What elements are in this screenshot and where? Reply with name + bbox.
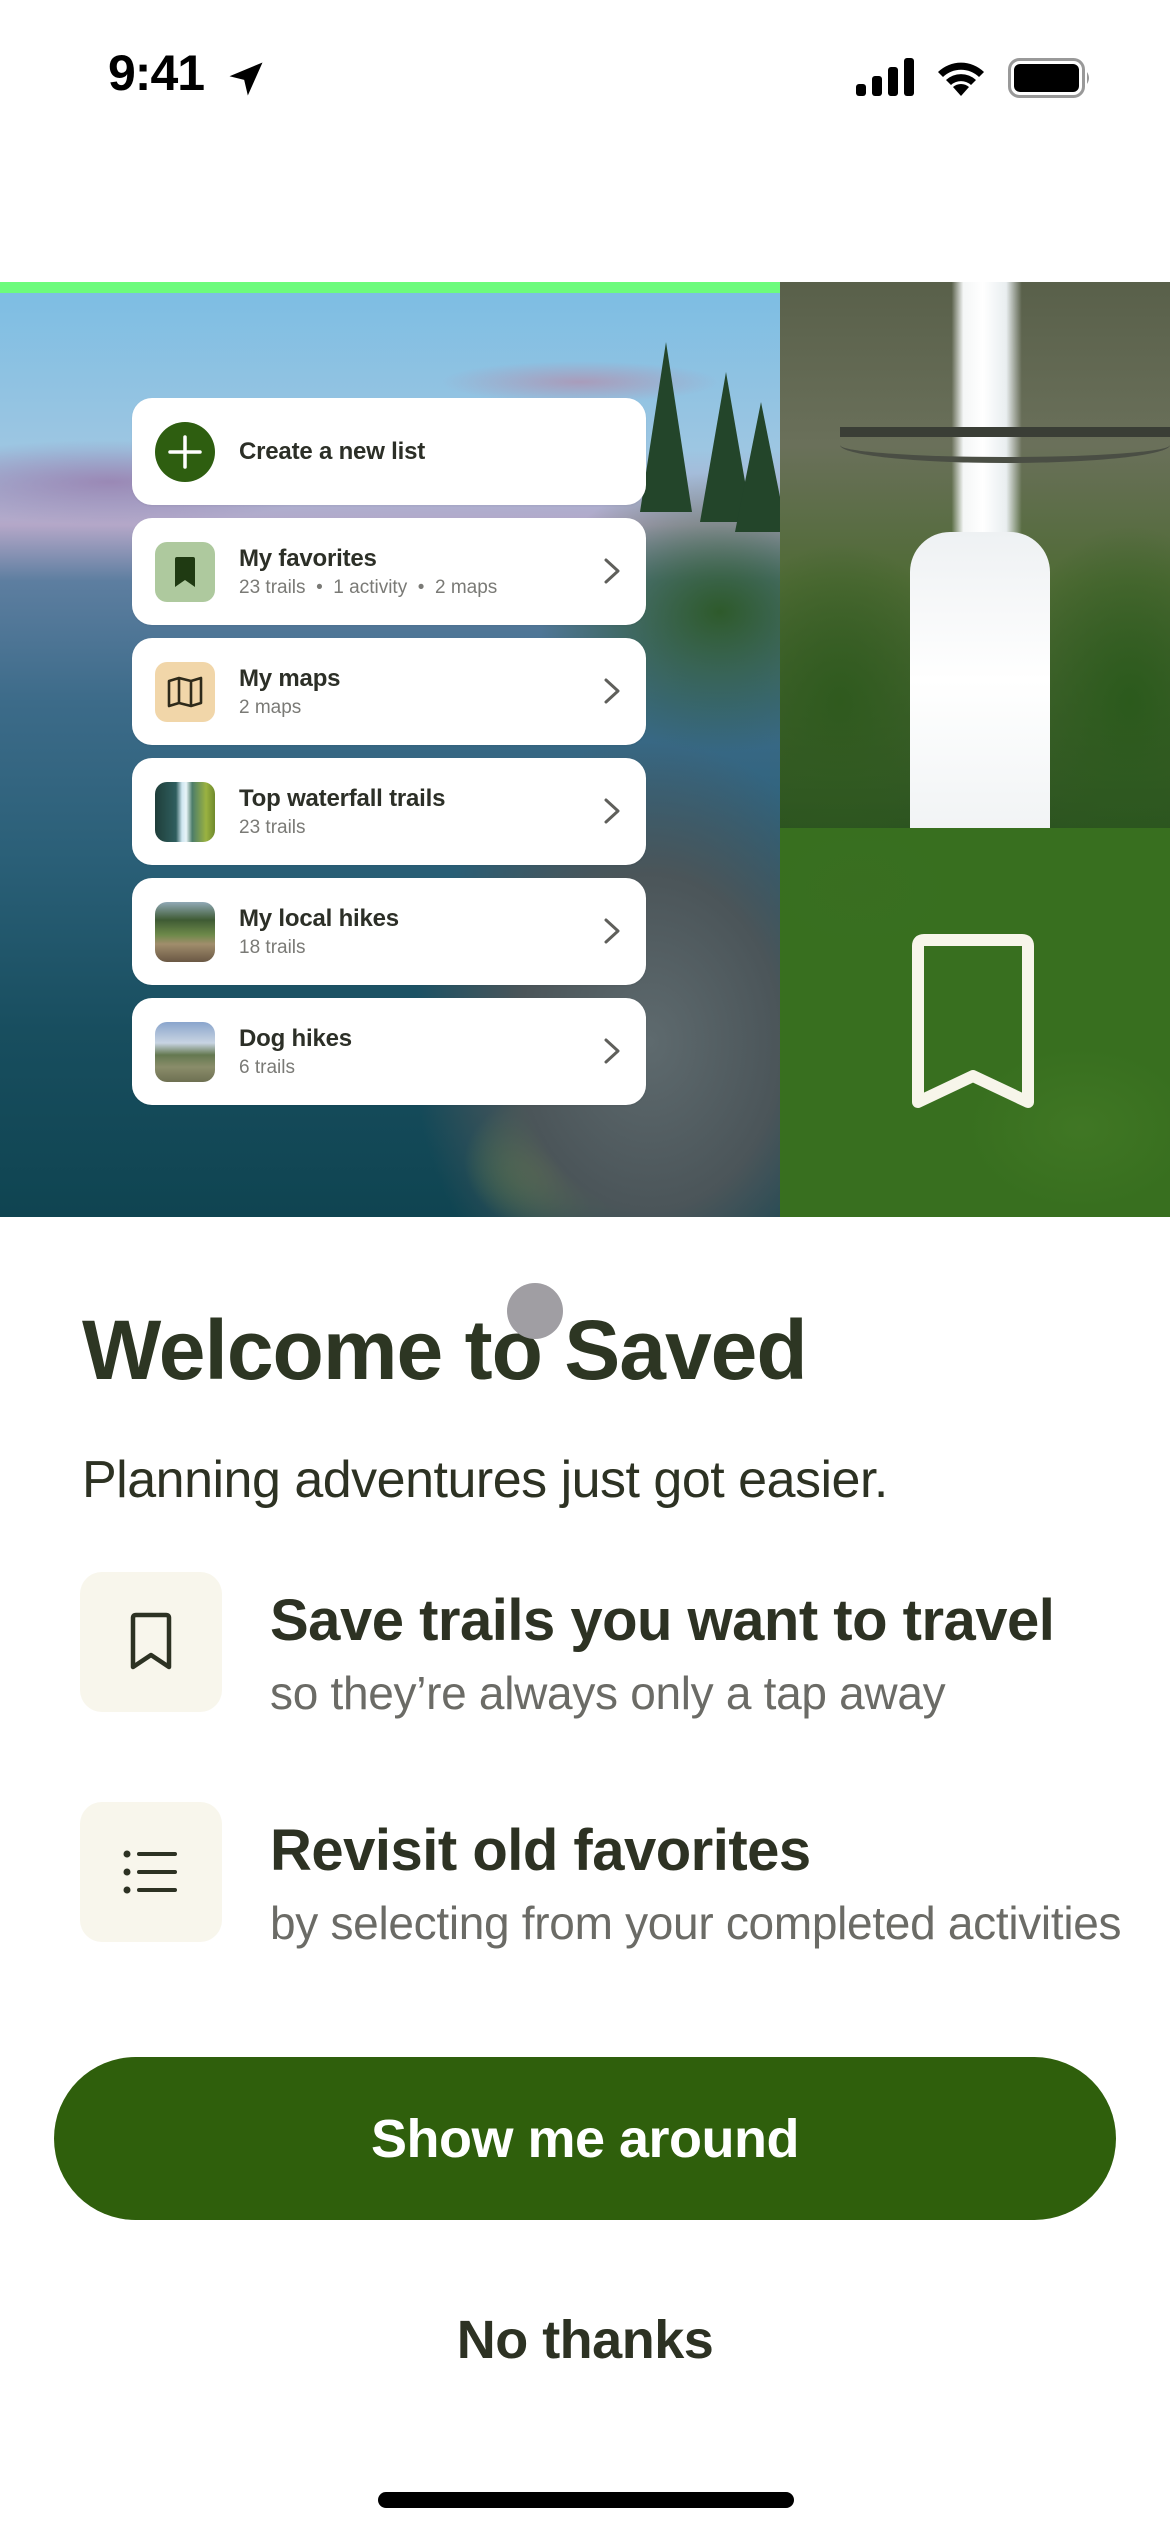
wifi-icon <box>938 62 984 96</box>
chevron-right-icon <box>604 918 620 944</box>
waterfall-thumbnail <box>155 781 215 842</box>
touch-indicator <box>507 1283 563 1339</box>
list-subtitle: 2 maps <box>239 696 302 718</box>
chevron-right-icon <box>604 798 620 824</box>
hero-collage: Create a new list My favorites 23 trails… <box>0 282 1170 1217</box>
create-list-card[interactable]: Create a new list <box>132 398 646 505</box>
list-icon <box>123 1850 177 1894</box>
waterfall-photo <box>780 282 1170 828</box>
plus-icon <box>155 421 215 482</box>
list-item[interactable]: My local hikes 18 trails <box>132 878 646 985</box>
status-time: 9:41 <box>108 45 205 101</box>
status-bar: 9:41 <box>0 0 1170 140</box>
bridge-shape <box>840 427 1170 463</box>
saved-lists-preview: Create a new list My favorites 23 trails… <box>132 398 646 1118</box>
list-title: My maps <box>239 664 341 692</box>
list-item[interactable]: My maps 2 maps <box>132 638 646 745</box>
chevron-right-icon <box>604 678 620 704</box>
list-subtitle: 23 trails • 1 activity • 2 maps <box>239 576 498 598</box>
feature-description: by selecting from your completed activit… <box>270 1897 1122 1949</box>
list-subtitle: 23 trails <box>239 816 306 838</box>
page-subtitle: Planning adventures just got easier. <box>82 1451 888 1509</box>
show-me-around-button[interactable]: Show me around <box>54 2057 1116 2220</box>
meadow-thumbnail <box>155 1021 215 1082</box>
list-title: My favorites <box>239 544 377 572</box>
list-title: Create a new list <box>239 437 426 465</box>
location-arrow-icon <box>229 62 263 96</box>
bookmark-outline-icon <box>912 934 1034 1108</box>
creek-thumbnail <box>155 901 215 962</box>
bookmark-icon <box>155 541 215 602</box>
home-indicator[interactable] <box>378 2492 794 2508</box>
tree-shape <box>640 342 692 512</box>
page-title: Welcome to Saved <box>82 1303 808 1397</box>
feature-icon-box <box>80 1802 222 1942</box>
list-title: Dog hikes <box>239 1024 352 1052</box>
feature-description: so they’re always only a tap away <box>270 1667 946 1719</box>
list-title: Top waterfall trails <box>239 784 446 812</box>
feature-title: Save trails you want to travel <box>270 1588 1055 1653</box>
feature-icon-box <box>80 1572 222 1712</box>
list-title: My local hikes <box>239 904 399 932</box>
list-item[interactable]: Top waterfall trails 23 trails <box>132 758 646 865</box>
chevron-right-icon <box>604 1038 620 1064</box>
no-thanks-button[interactable]: No thanks <box>335 2300 835 2380</box>
map-icon <box>155 661 215 722</box>
feature-title: Revisit old favorites <box>270 1818 811 1883</box>
cellular-signal-icon <box>856 58 914 96</box>
battery-icon <box>1008 58 1089 98</box>
onboarding-progress-bar <box>0 282 780 293</box>
bookmark-outline-icon <box>130 1612 172 1670</box>
list-subtitle: 18 trails <box>239 936 306 958</box>
list-subtitle: 6 trails <box>239 1056 295 1078</box>
bookmark-panel <box>780 828 1170 1217</box>
list-item[interactable]: My favorites 23 trails • 1 activity • 2 … <box>132 518 646 625</box>
waterfall-cascade <box>910 532 1050 828</box>
chevron-right-icon <box>604 558 620 584</box>
list-item[interactable]: Dog hikes 6 trails <box>132 998 646 1105</box>
